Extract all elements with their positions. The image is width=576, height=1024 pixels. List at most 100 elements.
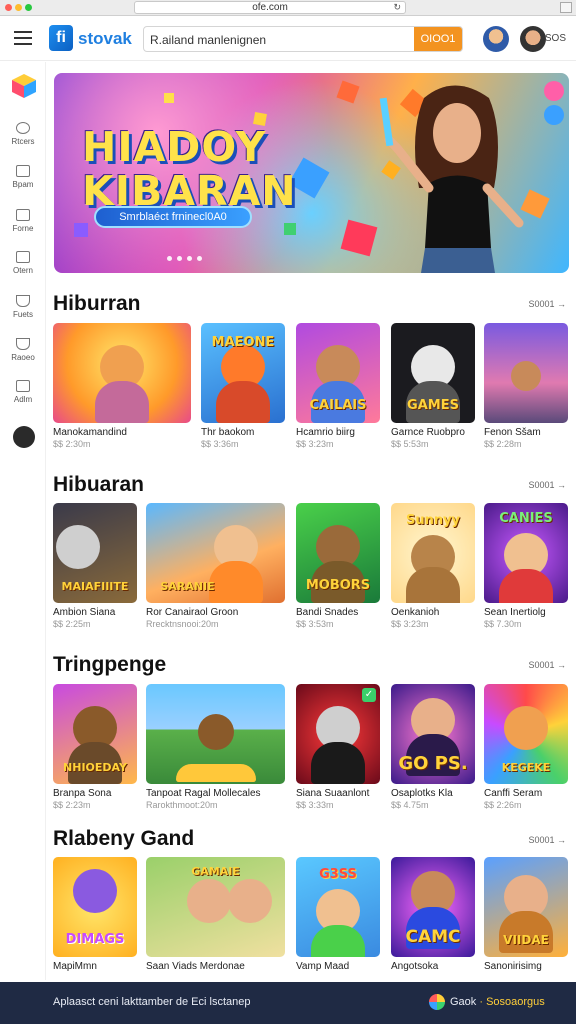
window-expand-button[interactable] — [560, 2, 572, 13]
section-more-link[interactable]: S0001 → — [528, 835, 566, 845]
game-title[interactable]: Fenon Sšam — [484, 427, 568, 438]
avatar[interactable] — [483, 26, 509, 52]
section-more-link[interactable]: S0001 → — [528, 480, 566, 490]
game-card[interactable]: GAMAIE Saan Viads Merdonae — [146, 857, 285, 972]
game-card[interactable]: Manokamandind $$ 2:30m — [53, 323, 191, 449]
footer-link[interactable]: Gaok · Sosoaorgus — [450, 996, 545, 1008]
game-title[interactable]: Ror Canairaol Groon — [146, 607, 285, 618]
sidebar-item-label: Otern — [12, 266, 33, 275]
game-card[interactable]: CANIES Sean Inertiolg $$ 7.30m — [484, 503, 568, 629]
game-meta: $$ 7.30m — [484, 619, 522, 629]
calendar-icon — [16, 251, 30, 263]
game-thumbnail[interactable]: GAMES — [391, 323, 475, 423]
game-card[interactable]: Tanpoat Ragal Mollecales Rarokthmoot:20m — [146, 684, 285, 810]
account-label[interactable]: SOS — [545, 33, 566, 44]
game-card[interactable]: Sunnyy Oenkanioh $$ 3:23m — [391, 503, 475, 629]
sidebar-item-adlm[interactable]: Adlm — [0, 380, 46, 404]
game-card[interactable]: MOBORS Bandi Snades $$ 3:53m — [296, 503, 380, 629]
game-card[interactable]: NHIOEDAY Branpa Sona $$ 2:23m — [53, 684, 137, 810]
user-avatar[interactable] — [520, 26, 546, 52]
game-title[interactable]: Siana Suaanlont — [296, 788, 380, 799]
game-title[interactable]: Hcamrio biirg — [296, 427, 380, 438]
game-title[interactable]: Canffi Seram — [484, 788, 568, 799]
game-thumbnail[interactable]: MAIAFIIITE — [53, 503, 137, 603]
game-thumbnail[interactable]: Sunnyy — [391, 503, 475, 603]
game-title[interactable]: Thr baokom — [201, 427, 285, 438]
url-text: ofe.com — [252, 2, 288, 13]
search-button[interactable]: OIOO1 — [414, 27, 462, 51]
game-card[interactable]: CAMC Angotsoka — [391, 857, 475, 972]
game-thumbnail[interactable]: GO PS. — [391, 684, 475, 784]
game-card[interactable]: DIMAGS MapiMmn — [53, 857, 137, 972]
hero-favorite-button[interactable] — [544, 81, 564, 101]
game-title[interactable]: Vamp Maad — [296, 961, 380, 972]
game-card[interactable]: GAMES Garnce Ruobpro $$ 5:53m — [391, 323, 475, 449]
game-thumbnail[interactable]: ✓ — [296, 684, 380, 784]
game-thumbnail[interactable]: CAILAIS — [296, 323, 380, 423]
game-title[interactable]: Sanonirisimg — [484, 961, 568, 972]
game-title[interactable]: Angotsoka — [391, 961, 475, 972]
game-thumbnail[interactable]: CAMC — [391, 857, 475, 957]
minimize-window-button[interactable] — [15, 4, 22, 11]
game-thumbnail[interactable] — [484, 323, 568, 423]
section-more-link[interactable]: S0001 → — [528, 299, 566, 309]
game-card[interactable]: G3SS Vamp Maad — [296, 857, 380, 972]
maximize-window-button[interactable] — [25, 4, 32, 11]
game-title[interactable]: Manokamandind — [53, 427, 191, 438]
game-card[interactable]: CAILAIS Hcamrio biirg $$ 3:23m — [296, 323, 380, 449]
game-card[interactable]: MAIAFIIITE Ambion Siana $$ 2:25m — [53, 503, 137, 629]
game-card[interactable]: MAEONE Thr baokom $$ 3:36m — [201, 323, 285, 449]
cube-icon[interactable] — [11, 73, 37, 99]
game-thumbnail[interactable] — [146, 684, 285, 784]
game-title[interactable]: MapiMmn — [53, 961, 137, 972]
game-title[interactable]: Bandi Snades — [296, 607, 380, 618]
game-thumbnail[interactable]: CANIES — [484, 503, 568, 603]
game-card[interactable]: KEGEKE Canffi Seram $$ 2:26m — [484, 684, 568, 810]
game-title[interactable]: Ambion Siana — [53, 607, 137, 618]
hero-share-button[interactable] — [544, 105, 564, 125]
game-title[interactable]: Tanpoat Ragal Mollecales — [146, 788, 285, 799]
reload-icon[interactable]: ↻ — [393, 2, 401, 13]
hero-cta-button[interactable]: Smrblaéct frninecl0A0 — [94, 206, 252, 228]
game-thumbnail[interactable] — [53, 323, 191, 423]
sidebar-item-bpam[interactable]: Bpam — [0, 165, 46, 189]
footer-link-text[interactable]: · Sosoaorgus — [479, 996, 544, 1008]
game-title[interactable]: Branpa Sona — [53, 788, 137, 799]
sidebar-item-forne[interactable]: Forne — [0, 209, 46, 233]
game-card[interactable]: SARANIE Ror Canairaol Groon Rrecktnsnooi… — [146, 503, 285, 629]
game-card[interactable]: GO PS. Osaplotks Kla $$ 4.75m — [391, 684, 475, 810]
game-thumbnail[interactable]: MOBORS — [296, 503, 380, 603]
sidebar-item-otern[interactable]: Otern — [0, 251, 46, 275]
logo-text[interactable]: stovak — [78, 29, 132, 49]
game-title[interactable]: Oenkanioh — [391, 607, 475, 618]
section-more-link[interactable]: S0001 → — [528, 660, 566, 670]
game-title[interactable]: Sean Inertiolg — [484, 607, 568, 618]
game-title[interactable]: Osaplotks Kla — [391, 788, 475, 799]
hero-banner[interactable]: HIADOY KIBARAN Smrblaéct frninecl0A0 — [54, 73, 569, 273]
game-thumbnail[interactable]: DIMAGS — [53, 857, 137, 957]
game-thumbnail[interactable]: GAMAIE — [146, 857, 285, 957]
game-thumbnail[interactable]: SARANIE — [146, 503, 285, 603]
game-meta: $$ 2:26m — [484, 800, 522, 810]
game-thumbnail[interactable]: MAEONE — [201, 323, 285, 423]
logo-icon[interactable]: fi — [49, 25, 73, 51]
game-thumbnail[interactable]: KEGEKE — [484, 684, 568, 784]
carousel-dots[interactable] — [167, 256, 202, 261]
address-bar[interactable]: ofe.com ↻ — [134, 1, 406, 14]
sidebar-item-raoeo[interactable]: Raoeo — [0, 338, 46, 362]
game-thumbnail[interactable]: G3SS — [296, 857, 380, 957]
close-window-button[interactable] — [5, 4, 12, 11]
sidebar-item-rtcers[interactable]: Rtcers — [0, 122, 46, 146]
game-title[interactable]: Garnce Ruobpro — [391, 427, 475, 438]
game-card[interactable]: VIIDAE Sanonirisimg — [484, 857, 568, 972]
sidebar-item-fuets[interactable]: Fuets — [0, 295, 46, 319]
hamburger-menu-icon[interactable] — [14, 31, 32, 45]
search-input[interactable]: R.ailand manlenignen — [150, 33, 266, 47]
game-thumbnail[interactable]: NHIOEDAY — [53, 684, 137, 784]
game-card[interactable]: Fenon Sšam $$ 2:28m — [484, 323, 568, 449]
game-title[interactable]: Saan Viads Merdonae — [146, 961, 285, 972]
sidebar-avatar[interactable] — [13, 426, 35, 448]
search-bar[interactable]: R.ailand manlenignen OIOO1 — [143, 26, 463, 52]
game-card[interactable]: ✓ Siana Suaanlont $$ 3:33m — [296, 684, 380, 810]
game-thumbnail[interactable]: VIIDAE — [484, 857, 568, 957]
